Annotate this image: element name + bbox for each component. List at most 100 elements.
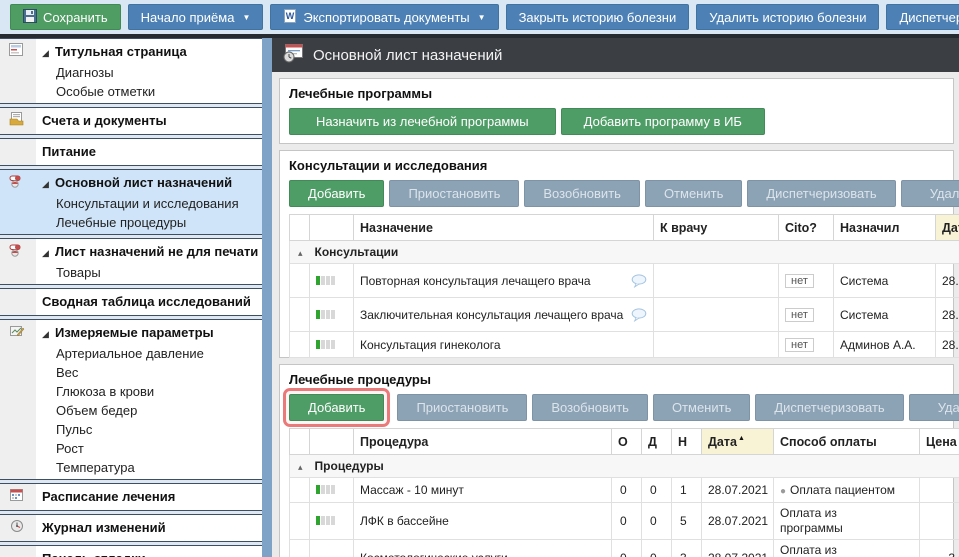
sort-asc-icon: ▲ (738, 435, 745, 442)
delete-history-button[interactable]: Удалить историю болезни (696, 4, 879, 30)
table-row[interactable]: Заключительная консультация лечащего вра… (290, 298, 959, 332)
sidebar-item-debug-panel[interactable]: Панель отладки (0, 548, 262, 557)
table-row[interactable]: Косметологические услуги 0 0 3 28.07.202… (290, 540, 959, 557)
nav-group-bills: Счета и документы (0, 107, 262, 135)
sidebar-item-procedures[interactable]: Лечебные процедуры (0, 213, 262, 232)
table-row[interactable]: Консультация гинеколога нет Админов А.А.… (290, 332, 959, 358)
procedures-header-row: Процедура О Д Н Дата▲ Способ оплаты Цена (290, 429, 959, 455)
col-d[interactable]: Д (642, 429, 672, 455)
reception-start-button[interactable]: Начало приёма ▼ (128, 4, 264, 30)
dispatch-all-button[interactable]: Диспетчеризовать все (886, 4, 959, 30)
nav-group-change-log: Журнал изменений (0, 514, 262, 542)
comment-icon[interactable] (631, 274, 647, 288)
col-payment[interactable]: Способ оплаты (774, 429, 920, 455)
sidebar-item-blood-glucose[interactable]: Глюкоза в крови (0, 382, 262, 401)
consultations-title: Консультации и исследования (289, 158, 944, 173)
col-procedure[interactable]: Процедура (354, 429, 612, 455)
nav-group-nutrition: Питание (0, 138, 262, 166)
procedures-pause-button[interactable]: Приостановить (397, 394, 527, 421)
col-assigned-by[interactable]: Назначил (834, 215, 936, 241)
export-documents-label: Экспортировать документы (303, 10, 469, 25)
sidebar-item-nutrition[interactable]: Питание (0, 141, 262, 163)
procedures-cancel-button[interactable]: Отменить (653, 394, 750, 421)
save-button-label: Сохранить (43, 10, 108, 25)
consultations-header-row: Назначение К врачу Cito? Назначил Дата (290, 215, 959, 241)
consultations-pause-button[interactable]: Приостановить (389, 180, 519, 207)
assign-from-program-button[interactable]: Назначить из лечебной программы (289, 108, 556, 135)
save-icon (23, 9, 37, 26)
table-row[interactable]: Массаж - 10 минут 0 0 1 28.07.2021 ●Опла… (290, 478, 959, 503)
sidebar-item-diagnoses[interactable]: Диагнозы (0, 63, 262, 82)
consultations-table: Назначение К врачу Cito? Назначил Дата ▴… (289, 214, 959, 358)
sidebar-item-hip-size[interactable]: Объем бедер (0, 401, 262, 420)
add-program-button[interactable]: Добавить программу в ИБ (561, 108, 765, 135)
expander-icon[interactable]: ◢ (42, 173, 55, 195)
sidebar-item-weight[interactable]: Вес (0, 363, 262, 382)
status-bars-icon (316, 308, 336, 322)
sidebar-item-title-page[interactable]: ◢Титульная страница (0, 41, 262, 63)
highlight-annotation: Добавить (283, 388, 390, 427)
col-cito[interactable]: Cito? (779, 215, 834, 241)
sidebar-splitter[interactable] (262, 38, 272, 557)
procedures-panel: Лечебные процедуры Добавить Приостановит… (279, 364, 954, 557)
close-history-button[interactable]: Закрыть историю болезни (506, 4, 690, 30)
nav-group-debug-panel: Панель отладки (0, 545, 262, 557)
group-collapse-icon[interactable]: ▴ (298, 462, 303, 472)
col-date[interactable]: Дата (936, 215, 959, 241)
sidebar-item-unprinted-orders[interactable]: ◢Лист назначений не для печати (0, 241, 262, 263)
consultations-dispatch-button[interactable]: Диспетчеризовать (747, 180, 895, 207)
nav-group-research-summary: Сводная таблица исследований (0, 288, 262, 316)
expander-icon[interactable]: ◢ (42, 42, 55, 64)
nav-group-measured-params: ◢Измеряемые параметры Артериальное давле… (0, 319, 262, 480)
sidebar-item-consultations[interactable]: Консультации и исследования (0, 194, 262, 213)
sidebar-item-change-log[interactable]: Журнал изменений (0, 517, 262, 539)
export-documents-button[interactable]: W Экспортировать документы ▼ (270, 4, 498, 30)
sidebar-item-main-orders[interactable]: ◢Основной лист назначений (0, 172, 262, 194)
procedures-table: Процедура О Д Н Дата▲ Способ оплаты Цена… (289, 428, 959, 557)
status-bars-icon (316, 274, 336, 288)
sidebar-item-height[interactable]: Рост (0, 439, 262, 458)
consultations-add-button[interactable]: Добавить (289, 180, 384, 207)
cito-badge: нет (785, 338, 814, 352)
consultations-resume-button[interactable]: Возобновить (524, 180, 640, 207)
expander-icon[interactable]: ◢ (42, 242, 55, 264)
group-collapse-icon[interactable]: ▴ (298, 248, 303, 258)
col-o[interactable]: О (612, 429, 642, 455)
delete-history-label: Удалить историю болезни (709, 10, 866, 25)
procedures-resume-button[interactable]: Возобновить (532, 394, 648, 421)
nav-group-treatment-schedule: Расписание лечения (0, 483, 262, 511)
sidebar-item-special-marks[interactable]: Особые отметки (0, 82, 262, 101)
save-button[interactable]: Сохранить (10, 4, 121, 30)
sidebar-item-treatment-schedule[interactable]: Расписание лечения (0, 486, 262, 508)
comment-icon[interactable] (631, 308, 647, 322)
treatment-programs-panel: Лечебные программы Назначить из лечебной… (279, 78, 954, 144)
cito-badge: нет (785, 274, 814, 288)
status-bars-icon (316, 514, 336, 528)
procedures-dispatch-button[interactable]: Диспетчеризовать (755, 394, 903, 421)
col-date-sorted[interactable]: Дата▲ (702, 429, 774, 455)
procedures-delete-button[interactable]: Удалить (909, 394, 959, 421)
svg-text:W: W (286, 11, 295, 21)
sidebar-item-blood-pressure[interactable]: Артериальное давление (0, 344, 262, 363)
table-row[interactable]: ЛФК в бассейне 0 0 5 28.07.2021 Оплата и… (290, 503, 959, 540)
sidebar-item-temperature[interactable]: Температура (0, 458, 262, 477)
table-row[interactable]: Повторная консультация лечащего врача не… (290, 264, 959, 298)
sidebar-item-goods[interactable]: Товары (0, 263, 262, 282)
treatment-programs-title: Лечебные программы (289, 86, 944, 101)
procedures-add-button[interactable]: Добавить (289, 394, 384, 421)
col-name[interactable]: Назначение (354, 215, 654, 241)
col-n[interactable]: Н (672, 429, 702, 455)
col-doctor[interactable]: К врачу (654, 215, 779, 241)
consultations-group-row[interactable]: ▴Консультации (290, 241, 959, 264)
reception-start-label: Начало приёма (141, 10, 235, 25)
sidebar-item-bills-documents[interactable]: Счета и документы (0, 110, 262, 132)
sidebar-item-measured-params[interactable]: ◢Измеряемые параметры (0, 322, 262, 344)
main-body: Лечебные программы Назначить из лечебной… (272, 72, 959, 557)
procedures-group-row[interactable]: ▴Процедуры (290, 455, 959, 478)
col-price[interactable]: Цена (920, 429, 959, 455)
expander-icon[interactable]: ◢ (42, 323, 55, 345)
consultations-delete-button[interactable]: Удалить (901, 180, 959, 207)
sidebar-item-pulse[interactable]: Пульс (0, 420, 262, 439)
sidebar-item-research-summary[interactable]: Сводная таблица исследований (0, 291, 262, 313)
consultations-cancel-button[interactable]: Отменить (645, 180, 742, 207)
